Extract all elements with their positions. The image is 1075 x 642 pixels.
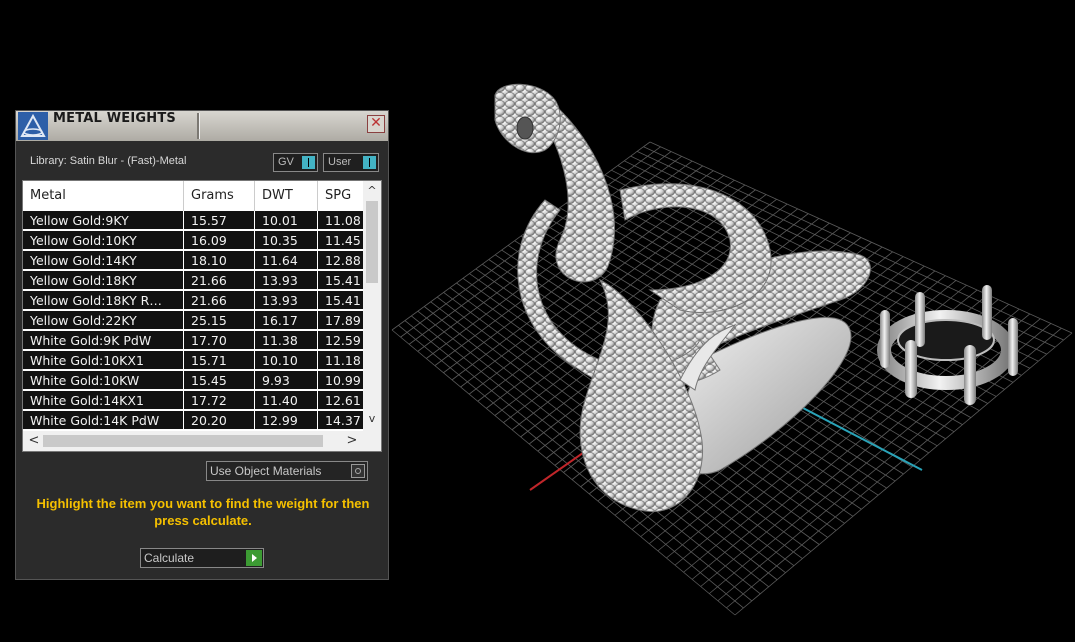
title-tab-separator [197, 113, 200, 139]
table-row[interactable]: White Gold:14K PdW 20.20 12.99 14.37 [23, 411, 363, 431]
use-object-materials-option[interactable]: Use Object Materials [206, 461, 368, 481]
user-toggle-label: User [328, 156, 352, 168]
cell-metal: Yellow Gold:10KY [23, 231, 183, 250]
cell-spg: 17.89 [318, 311, 363, 330]
metal-weights-panel: METAL WEIGHTS ✕ Library: Satin Blur - (F… [15, 110, 389, 580]
cell-spg: 14.37 [318, 411, 363, 430]
cell-dwt: 13.93 [255, 291, 317, 310]
cell-metal: White Gold:14KX1 [23, 391, 183, 410]
column-header-metal[interactable]: Metal [23, 181, 184, 211]
metal-weights-app-icon [18, 112, 48, 140]
gv-toggle-label: GV [278, 156, 294, 168]
vertical-scrollbar[interactable]: ^ v [363, 181, 381, 431]
cell-metal: Yellow Gold:18KY [23, 271, 183, 290]
calculate-button[interactable]: Calculate [140, 548, 264, 568]
cell-spg: 11.45 [318, 231, 363, 250]
cell-metal: Yellow Gold:14KY [23, 251, 183, 270]
cell-spg: 10.99 [318, 371, 363, 390]
cell-dwt: 10.01 [255, 211, 317, 230]
cell-metal: White Gold:10KX1 [23, 351, 183, 370]
cell-spg: 12.59 [318, 331, 363, 350]
radio-icon[interactable] [351, 464, 365, 478]
cell-dwt: 9.93 [255, 371, 317, 390]
cell-dwt: 11.40 [255, 391, 317, 410]
scroll-left-icon[interactable]: < [25, 431, 43, 451]
user-toggle[interactable]: User [323, 153, 379, 172]
cell-spg: 12.61 [318, 391, 363, 410]
table-row[interactable]: White Gold:14KX1 17.72 11.40 12.61 [23, 391, 363, 411]
cell-dwt: 10.10 [255, 351, 317, 370]
cell-metal: Yellow Gold:18KY R… [23, 291, 183, 310]
cell-grams: 17.70 [184, 331, 254, 350]
column-header-dwt[interactable]: DWT [255, 181, 318, 211]
cell-metal: Yellow Gold:22KY [23, 311, 183, 330]
use-object-materials-label: Use Object Materials [210, 464, 322, 478]
toggle-switch-icon [302, 156, 315, 169]
cell-grams: 15.71 [184, 351, 254, 370]
table-row[interactable]: Yellow Gold:10KY 16.09 10.35 11.45 [23, 231, 363, 251]
cell-spg: 15.41 [318, 291, 363, 310]
column-header-spg[interactable]: SPG [318, 181, 363, 211]
cell-dwt: 13.93 [255, 271, 317, 290]
cell-dwt: 16.17 [255, 311, 317, 330]
instruction-text: Highlight the item you want to find the … [36, 496, 370, 528]
scroll-down-icon[interactable]: v [363, 411, 381, 427]
gv-toggle[interactable]: GV [273, 153, 318, 172]
cell-dwt: 11.64 [255, 251, 317, 270]
table-row[interactable]: White Gold:10KX1 15.71 10.10 11.18 [23, 351, 363, 371]
library-label: Library: Satin Blur - (Fast)-Metal [30, 155, 187, 167]
table-row[interactable]: Yellow Gold:9KY 15.57 10.01 11.08 [23, 211, 363, 231]
table-row[interactable]: Yellow Gold:14KY 18.10 11.64 12.88 [23, 251, 363, 271]
cell-metal: White Gold:14K PdW [23, 411, 183, 430]
cell-dwt: 11.38 [255, 331, 317, 350]
cell-grams: 15.45 [184, 371, 254, 390]
panel-titlebar[interactable]: METAL WEIGHTS ✕ [16, 111, 388, 141]
cell-spg: 15.41 [318, 271, 363, 290]
cell-grams: 17.72 [184, 391, 254, 410]
column-header-grams[interactable]: Grams [184, 181, 255, 211]
table-row[interactable]: Yellow Gold:18KY R… 21.66 13.93 15.41 [23, 291, 363, 311]
play-arrow-icon [246, 550, 262, 566]
cell-metal: Yellow Gold:9KY [23, 211, 183, 230]
cell-grams: 25.15 [184, 311, 254, 330]
cell-dwt: 10.35 [255, 231, 317, 250]
table-row[interactable]: Yellow Gold:22KY 25.15 16.17 17.89 [23, 311, 363, 331]
calculate-label: Calculate [144, 551, 195, 565]
cell-grams: 21.66 [184, 291, 254, 310]
cell-grams: 18.10 [184, 251, 254, 270]
toggle-switch-icon [363, 156, 376, 169]
cell-grams: 21.66 [184, 271, 254, 290]
metal-weights-table[interactable]: Metal Grams DWT SPG Yellow Gold:9KY 15.57… [22, 180, 382, 452]
scroll-right-icon[interactable]: > [343, 431, 361, 451]
close-icon[interactable]: ✕ [367, 115, 385, 133]
horizontal-scrollbar[interactable]: < > [23, 431, 381, 451]
panel-title: METAL WEIGHTS [53, 111, 176, 126]
cell-spg: 12.88 [318, 251, 363, 270]
table-header: Metal Grams DWT SPG [23, 181, 363, 211]
cell-spg: 11.08 [318, 211, 363, 230]
cell-dwt: 12.99 [255, 411, 317, 430]
cell-metal: White Gold:9K PdW [23, 331, 183, 350]
vertical-scroll-thumb[interactable] [366, 201, 378, 283]
table-body: Yellow Gold:9KY 15.57 10.01 11.08 Yellow Gol… [23, 211, 363, 431]
cell-grams: 20.20 [184, 411, 254, 430]
table-row[interactable]: White Gold:9K PdW 17.70 11.38 12.59 [23, 331, 363, 351]
table-row[interactable]: White Gold:10KW 15.45 9.93 10.99 [23, 371, 363, 391]
cell-grams: 16.09 [184, 231, 254, 250]
cell-metal: White Gold:10KW [23, 371, 183, 390]
scroll-up-icon[interactable]: ^ [363, 183, 381, 199]
table-row[interactable]: Yellow Gold:18KY 21.66 13.93 15.41 [23, 271, 363, 291]
cell-grams: 15.57 [184, 211, 254, 230]
snake-eye [516, 116, 534, 140]
horizontal-scroll-thumb[interactable] [43, 435, 323, 447]
cell-spg: 11.18 [318, 351, 363, 370]
